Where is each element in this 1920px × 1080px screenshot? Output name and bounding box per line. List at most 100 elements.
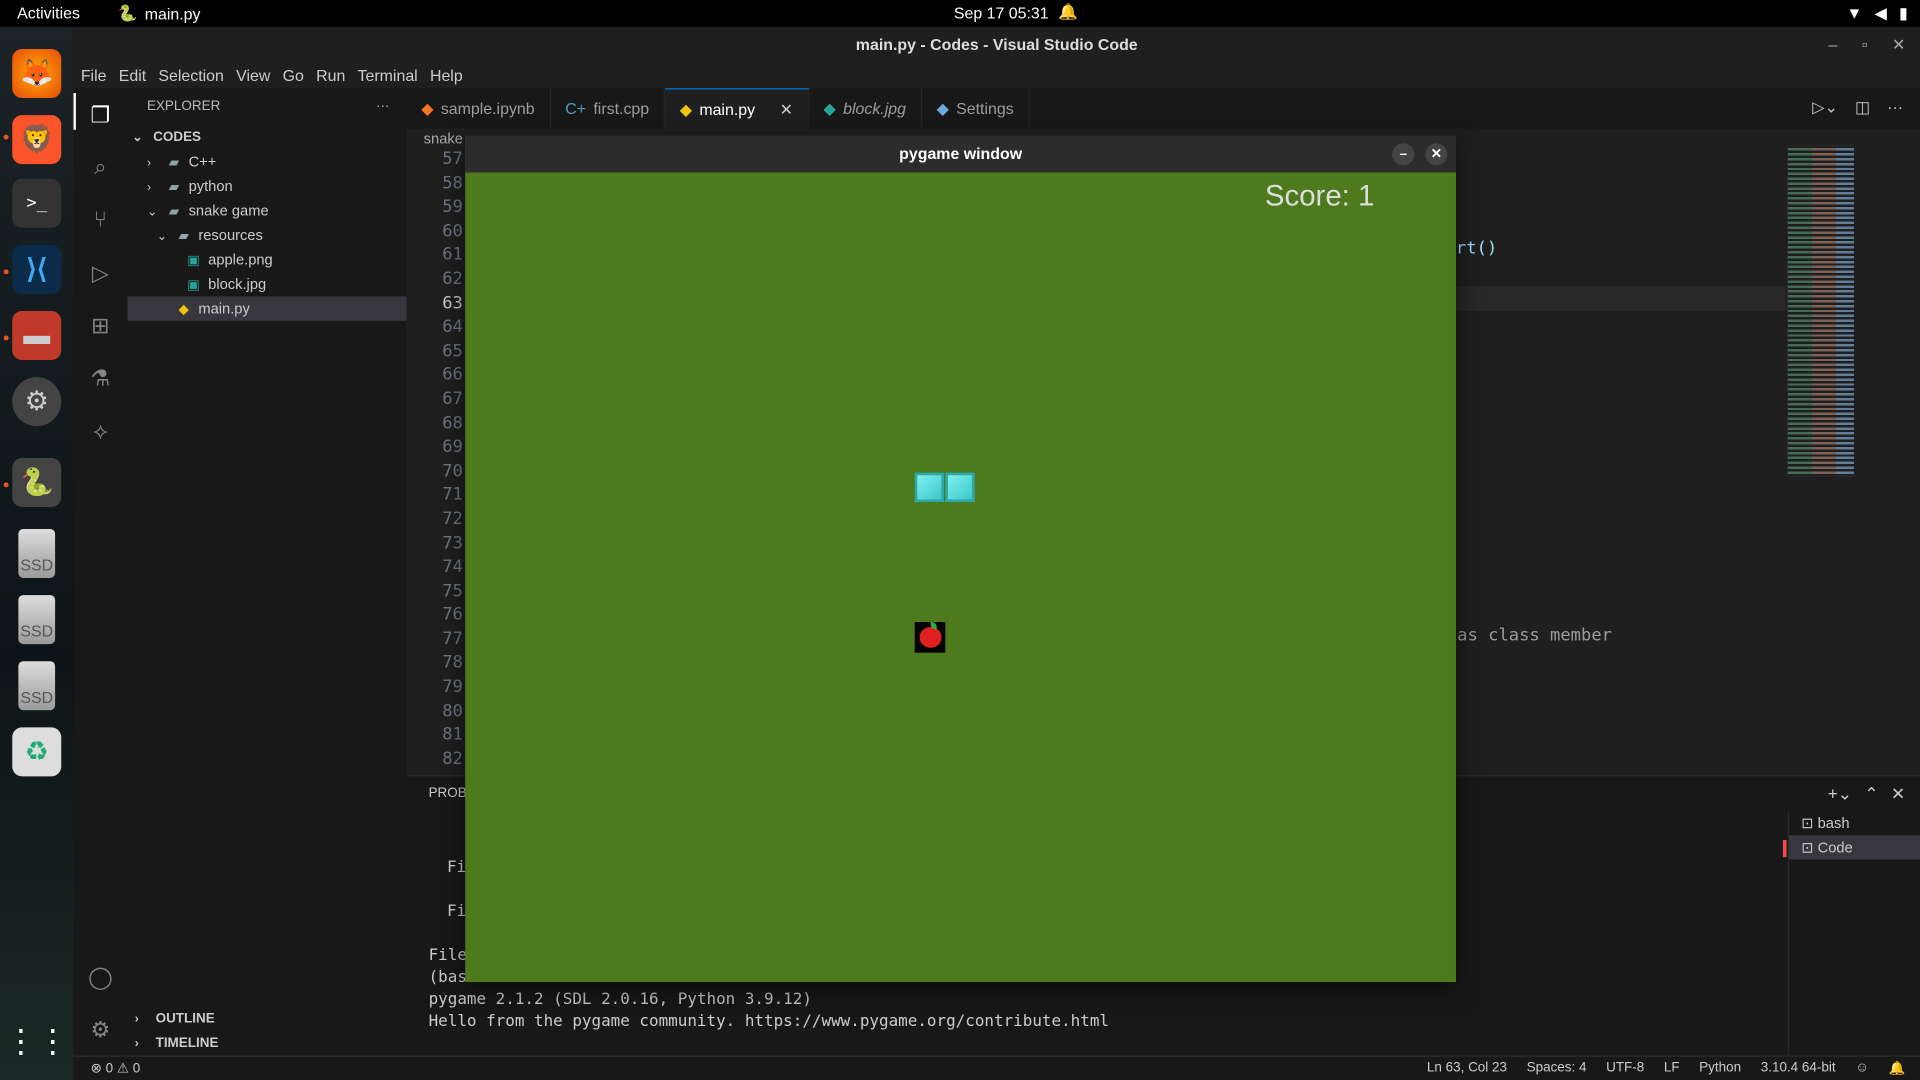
outline-section[interactable]: › OUTLINE (127, 1007, 406, 1031)
split-editor-icon[interactable]: ◫ (1855, 98, 1870, 118)
terminal-line: Fi (446, 902, 467, 921)
tab-sample-ipynb[interactable]: ◆ sample.ipynb (407, 88, 551, 129)
tab-settings[interactable]: ◆ Settings (922, 88, 1030, 129)
explorer-icon[interactable]: ❐ (86, 100, 115, 129)
encoding[interactable]: UTF-8 (1606, 1060, 1644, 1076)
clock[interactable]: Sep 17 05:31 (954, 4, 1049, 22)
tree-item-label: main.py (198, 300, 250, 318)
cursor-position[interactable]: Ln 63, Col 23 (1427, 1060, 1507, 1076)
python-file-icon: ◆ (178, 302, 189, 318)
maximize-panel-icon[interactable]: ⌃ (1864, 784, 1878, 805)
line-endings[interactable]: LF (1664, 1060, 1680, 1076)
outline-label: OUTLINE (155, 1011, 215, 1027)
python-icon: ◆ (679, 99, 692, 119)
menu-item-view[interactable]: View (236, 64, 270, 88)
menu-item-edit[interactable]: Edit (119, 64, 146, 88)
vscode-icon[interactable]: ⟩⟨ (12, 244, 62, 294)
show-applications-icon[interactable]: ⋮⋮ (5, 1016, 69, 1065)
chevron-right-icon: › (146, 156, 152, 171)
files-icon[interactable]: ▬ (12, 311, 62, 361)
pygame-icon[interactable]: 🐍 (12, 457, 62, 507)
notification-bell-icon[interactable]: 🔔 (1058, 2, 1078, 22)
run-debug-icon[interactable]: ▷ (86, 258, 115, 287)
jupyter-icon: ◆ (421, 99, 434, 118)
tab-block-jpg[interactable]: ◆ block.jpg (809, 88, 922, 129)
python-icon[interactable]: ⟡ (86, 416, 115, 445)
menu-item-file[interactable]: File (81, 64, 107, 88)
minimize-icon[interactable]: – (1828, 27, 1837, 64)
breadcrumb[interactable]: snake (424, 129, 463, 149)
activities-button[interactable]: Activities (17, 4, 80, 22)
error-count: 0 (105, 1061, 114, 1077)
tree-item[interactable]: ▣ block.jpg (127, 272, 406, 296)
tab-first-cpp[interactable]: C+ first.cpp (551, 88, 666, 129)
more-actions-icon[interactable]: ··· (1887, 98, 1903, 118)
line-number: 79 (442, 677, 463, 697)
close-tab-icon[interactable]: ✕ (780, 89, 793, 129)
active-view-marker (73, 93, 76, 130)
tree-item[interactable]: › ▰ C++ (127, 149, 406, 173)
tab-main-py[interactable]: ◆ main.py ✕ (665, 88, 809, 129)
tree-item[interactable]: ▣ apple.png (127, 247, 406, 271)
status-bar: ⊗ 0 ⚠ 0 Ln 63, Col 23 Spaces: 4 UTF-8 LF… (73, 1055, 1920, 1080)
manage-gear-icon[interactable]: ⚙ (86, 1015, 115, 1044)
menu-item-help[interactable]: Help (430, 64, 463, 88)
workspace-root[interactable]: ⌄ CODES (127, 125, 406, 149)
menu-item-go[interactable]: Go (283, 64, 304, 88)
problems-status[interactable]: ⊗ 0 ⚠ 0 (91, 1060, 141, 1077)
system-tray[interactable]: ▼ ◀ ▮ (1847, 4, 1908, 24)
cpp-icon: C+ (565, 99, 587, 118)
app-menu[interactable]: 🐍 main.py (118, 4, 201, 24)
source-control-icon[interactable]: ⑂ (86, 204, 115, 233)
menu-item-run[interactable]: Run (316, 64, 345, 88)
settings-icon[interactable]: ⚙ (12, 377, 62, 427)
line-number: 72 (442, 509, 463, 529)
ssd-drive-icon[interactable]: SSD (18, 528, 56, 578)
status-right: Ln 63, Col 23 Spaces: 4 UTF-8 LF Python … (1427, 1060, 1905, 1076)
close-icon[interactable]: ✕ (1425, 143, 1448, 166)
trash-icon[interactable]: ♻ (12, 727, 62, 777)
game-canvas[interactable]: Score: 1 (465, 172, 1456, 983)
terminal-alert-marker (1782, 840, 1787, 858)
more-actions-icon[interactable]: ··· (376, 88, 389, 125)
maximize-icon[interactable]: ▫ (1862, 27, 1868, 64)
close-icon[interactable]: ✕ (1892, 27, 1905, 64)
tree-item[interactable]: ⌄ ▰ resources (127, 223, 406, 247)
line-number: 80 (442, 701, 463, 721)
tree-item[interactable]: ⌄ ▰ snake game (127, 198, 406, 222)
window-title: main.py - Codes - Visual Studio Code (855, 35, 1138, 54)
vscode-titlebar: main.py - Codes - Visual Studio Code – ▫… (73, 26, 1920, 64)
explorer-title: EXPLORER (146, 99, 221, 114)
firefox-icon[interactable]: 🦊 (12, 48, 62, 98)
tree-item[interactable]: ◆ main.py (127, 296, 407, 321)
account-icon[interactable]: ◯ (86, 962, 115, 991)
ssd-drive-icon[interactable]: SSD (18, 661, 56, 711)
extensions-icon[interactable]: ⊞ (86, 311, 115, 340)
new-terminal-icon[interactable]: +⌄ (1828, 784, 1852, 805)
python-interpreter[interactable]: 3.10.4 64-bit (1761, 1060, 1836, 1076)
window-controls: – ▫ ✕ (1828, 27, 1905, 64)
testing-icon[interactable]: ⚗ (86, 364, 115, 393)
code-fragment: as class member (1457, 625, 1612, 646)
menu-item-selection[interactable]: Selection (158, 64, 223, 88)
minimize-icon[interactable]: – (1392, 143, 1415, 166)
tree-item[interactable]: › ▰ python (127, 174, 406, 198)
run-icon[interactable]: ▷⌄ (1812, 98, 1838, 118)
terminal-icon[interactable]: >_ (12, 178, 62, 228)
menu-item-terminal[interactable]: Terminal (358, 64, 418, 88)
ssd-drive-icon[interactable]: SSD (18, 595, 56, 645)
language-mode[interactable]: Python (1699, 1060, 1741, 1076)
close-panel-icon[interactable]: ✕ (1891, 784, 1905, 805)
feedback-icon[interactable]: ☺ (1855, 1060, 1869, 1076)
notifications-icon[interactable]: 🔔 (1889, 1060, 1906, 1077)
indentation[interactable]: Spaces: 4 (1527, 1060, 1587, 1076)
minimap[interactable] (1787, 145, 1908, 477)
timeline-section[interactable]: › TIMELINE (127, 1031, 406, 1055)
brave-browser-icon[interactable]: 🦁 (12, 115, 62, 165)
search-icon[interactable]: ⌕ (86, 152, 115, 181)
terminal-item[interactable]: ⊡ Code (1788, 835, 1920, 860)
terminal-line: File (428, 946, 467, 965)
terminal-item[interactable]: ⊡ bash (1789, 811, 1920, 835)
line-number: 64 (442, 317, 463, 337)
terminal-line: (bas (428, 968, 467, 987)
